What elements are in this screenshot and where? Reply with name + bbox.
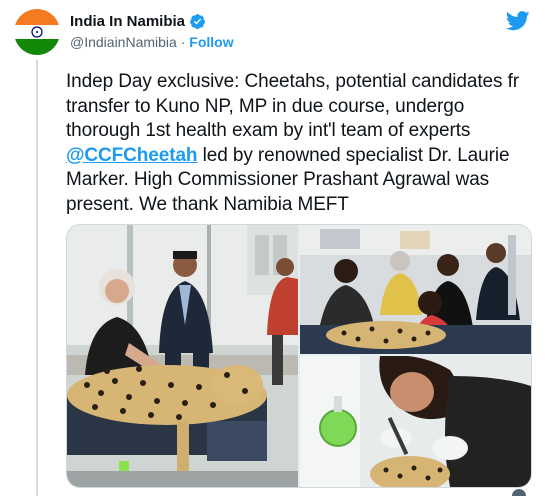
follow-button[interactable]: Follow [189, 34, 233, 50]
separator-dot: · [180, 34, 186, 50]
account-name[interactable]: India In Namibia [70, 13, 185, 30]
india-flag-avatar-icon [14, 9, 60, 55]
verified-badge-icon [190, 14, 205, 30]
account-handle[interactable]: @IndiainNamibia [70, 34, 177, 50]
cheetah-health-exam-photo[interactable] [67, 225, 298, 487]
twitter-bird-icon[interactable] [506, 11, 530, 31]
tweet-text: Indep Day exclusive: Cheetahs, potential… [66, 70, 536, 217]
tweet-text-part-1: Indep Day exclusive: Cheetahs, potential… [66, 71, 519, 141]
more-indicator [512, 489, 526, 496]
cheetah-dental-exam-photo[interactable] [300, 356, 531, 487]
account-name-row[interactable]: India In Namibia [70, 13, 206, 30]
mention-link[interactable]: @CCFCheetah [66, 145, 198, 166]
veterinary-team-photo[interactable] [300, 225, 531, 354]
handle-row: @IndiainNamibia · Follow [70, 34, 234, 50]
account-avatar[interactable] [14, 9, 60, 55]
media-grid [66, 224, 532, 488]
thread-line [36, 60, 38, 496]
